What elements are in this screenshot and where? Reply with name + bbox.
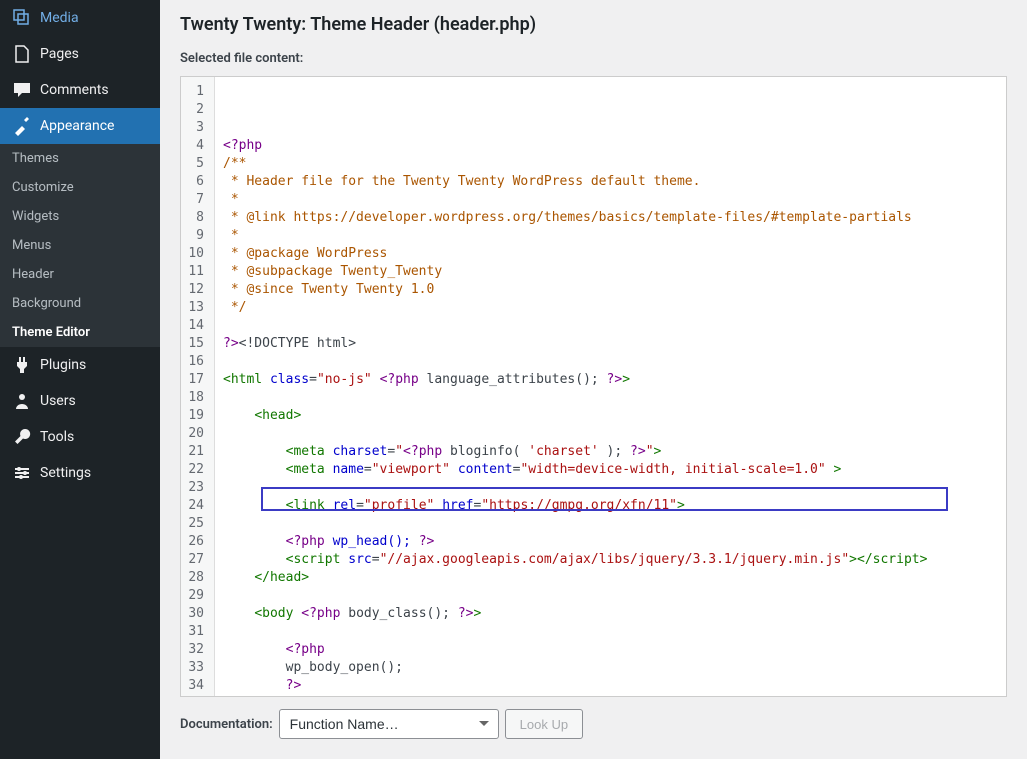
appearance-icon (12, 116, 32, 136)
documentation-row: Documentation: Function Name… Look Up (180, 709, 1007, 739)
code-line: ?> (223, 677, 998, 695)
selected-file-label: Selected file content: (180, 51, 1007, 66)
line-gutter: 1234567891011121314151617181920212223242… (181, 77, 215, 696)
code-line: ?><!DOCTYPE html> (223, 335, 998, 353)
page-title: Twenty Twenty: Theme Header (header.php) (180, 14, 1007, 35)
documentation-label: Documentation: (180, 717, 273, 732)
code-line: */ (223, 299, 998, 317)
code-line: * @since Twenty Twenty 1.0 (223, 281, 998, 299)
code-line: <link rel="profile" href="https://gmpg.o… (223, 497, 998, 515)
comments-icon (12, 80, 32, 100)
submenu-item-themes[interactable]: Themes (0, 144, 160, 173)
pages-icon (12, 44, 32, 64)
code-line (223, 695, 998, 697)
code-line: wp_body_open(); (223, 659, 998, 677)
settings-icon (12, 463, 32, 483)
submenu-item-background[interactable]: Background (0, 289, 160, 318)
menu-item-comments[interactable]: Comments (0, 72, 160, 108)
menu-label: Comments (40, 82, 109, 98)
menu-item-tools[interactable]: Tools (0, 419, 160, 455)
code-line: <html class="no-js" <?php language_attri… (223, 371, 998, 389)
menu-label: Tools (40, 429, 74, 445)
code-area[interactable]: <?php/** * Header file for the Twenty Tw… (215, 77, 1006, 696)
menu-item-media[interactable]: Media (0, 0, 160, 36)
code-line: <meta name="viewport" content="width=dev… (223, 461, 998, 479)
code-line: * (223, 191, 998, 209)
code-line (223, 389, 998, 407)
code-line (223, 317, 998, 335)
submenu-item-widgets[interactable]: Widgets (0, 202, 160, 231)
main-content: Twenty Twenty: Theme Header (header.php)… (160, 0, 1027, 759)
code-line: <script src="//ajax.googleapis.com/ajax/… (223, 551, 998, 569)
code-line (223, 515, 998, 533)
submenu-item-theme-editor[interactable]: Theme Editor (0, 318, 160, 347)
submenu-item-menus[interactable]: Menus (0, 231, 160, 260)
menu-label: Pages (40, 46, 79, 62)
code-line: * (223, 227, 998, 245)
menu-item-pages[interactable]: Pages (0, 36, 160, 72)
menu-label: Users (40, 393, 76, 409)
function-select[interactable]: Function Name… (279, 709, 499, 739)
code-line (223, 425, 998, 443)
submenu-item-header[interactable]: Header (0, 260, 160, 289)
code-line: <?php (223, 137, 998, 155)
menu-item-appearance[interactable]: Appearance (0, 108, 160, 144)
submenu-item-customize[interactable]: Customize (0, 173, 160, 202)
code-line: <meta charset="<?php bloginfo( 'charset'… (223, 443, 998, 461)
menu-item-plugins[interactable]: Plugins (0, 347, 160, 383)
tools-icon (12, 427, 32, 447)
code-line: <?php wp_head(); ?> (223, 533, 998, 551)
code-line: </head> (223, 569, 998, 587)
code-line (223, 479, 998, 497)
submenu-appearance: ThemesCustomizeWidgetsMenusHeaderBackgro… (0, 144, 160, 347)
code-line: <head> (223, 407, 998, 425)
code-line: * @package WordPress (223, 245, 998, 263)
media-icon (12, 8, 32, 28)
code-editor[interactable]: 1234567891011121314151617181920212223242… (180, 76, 1007, 697)
code-line: * @subpackage Twenty_Twenty (223, 263, 998, 281)
code-line (223, 623, 998, 641)
menu-label: Settings (40, 465, 91, 481)
menu-label: Appearance (40, 118, 114, 134)
code-line: /** (223, 155, 998, 173)
code-line: <?php (223, 641, 998, 659)
menu-item-users[interactable]: Users (0, 383, 160, 419)
code-line (223, 587, 998, 605)
code-line: * @link https://developer.wordpress.org/… (223, 209, 998, 227)
admin-sidebar: Media Pages Comments Appearance ThemesCustom… (0, 0, 160, 759)
menu-item-settings[interactable]: Settings (0, 455, 160, 491)
code-line: * Header file for the Twenty Twenty Word… (223, 173, 998, 191)
code-line (223, 353, 998, 371)
users-icon (12, 391, 32, 411)
code-line: <body <?php body_class(); ?>> (223, 605, 998, 623)
menu-label: Plugins (40, 357, 86, 373)
plugins-icon (12, 355, 32, 375)
menu-label: Media (40, 10, 79, 26)
lookup-button[interactable]: Look Up (505, 709, 583, 739)
